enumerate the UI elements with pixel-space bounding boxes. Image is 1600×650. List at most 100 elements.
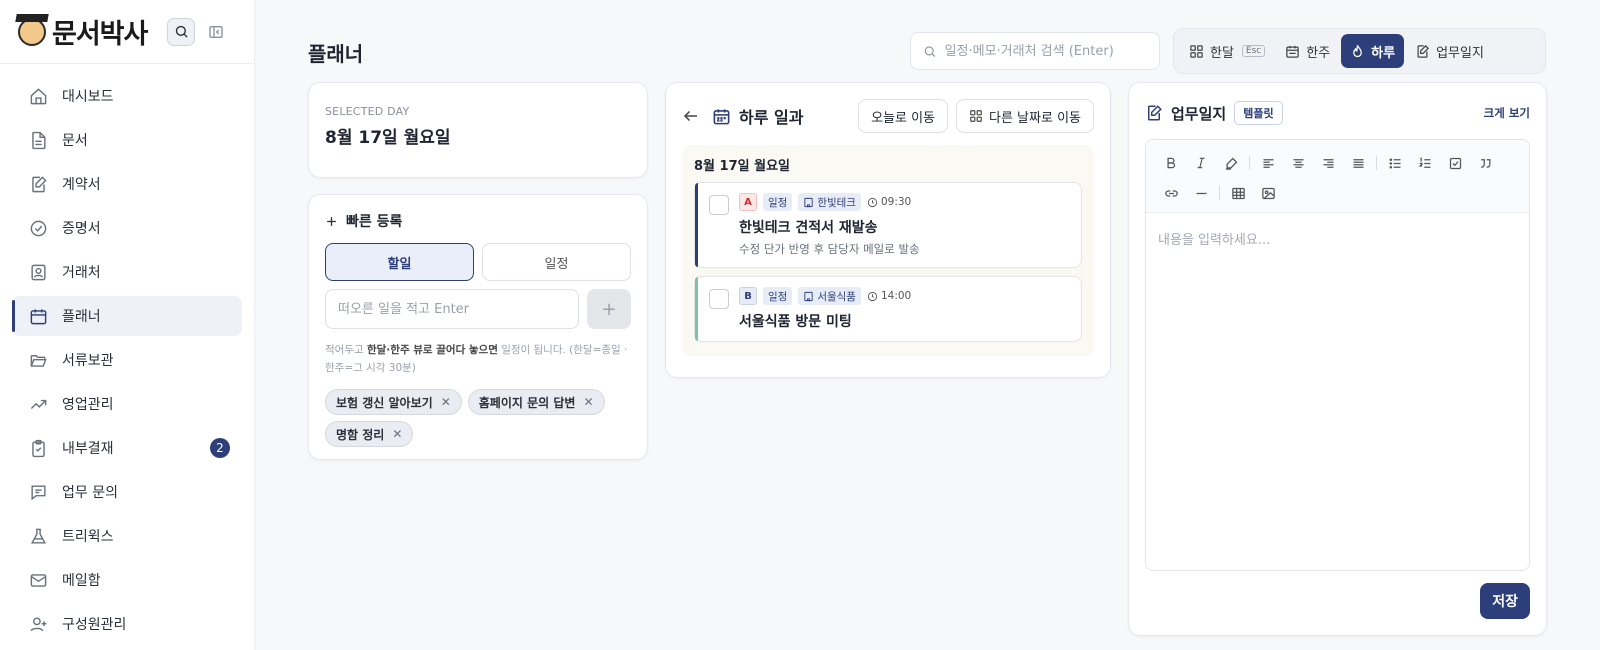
toggle-event-button[interactable]: 일정: [482, 243, 631, 281]
mascot-logo-icon: [18, 17, 46, 46]
calendar-week-icon: [1286, 45, 1299, 58]
numbered-list-button[interactable]: [1410, 149, 1440, 177]
search-input[interactable]: [944, 43, 1147, 59]
day-schedule-header: 하루 일과 오늘로 이동 다른 날짜로 이동: [682, 99, 1094, 133]
worklog-card: 업무일지 템플릿 크게 보기 내용을 입력하세요... 저장: [1128, 82, 1547, 636]
align-justify-button[interactable]: [1343, 149, 1373, 177]
quick-add-input[interactable]: [325, 289, 579, 329]
quick-item-chip[interactable]: 보험 갱신 알아보기 ✕: [325, 389, 462, 415]
save-button[interactable]: 저장: [1480, 583, 1530, 619]
expand-view-link[interactable]: 크게 보기: [1484, 105, 1530, 121]
selected-day-date: 8월 17일 월요일: [325, 128, 451, 148]
quick-item-chip[interactable]: 홈페이지 문의 답변 ✕: [467, 389, 605, 415]
quick-item-chip[interactable]: 명함 정리 ✕: [325, 421, 414, 447]
align-right-button[interactable]: [1313, 149, 1343, 177]
quick-add-submit-button[interactable]: +: [587, 289, 631, 329]
highlighter-icon: [1225, 157, 1237, 170]
search-button[interactable]: [167, 17, 196, 46]
tab-week[interactable]: 한주: [1276, 34, 1339, 68]
user-plus-icon: [28, 614, 48, 634]
horizontal-rule-button[interactable]: [1186, 179, 1216, 207]
tab-label: 하루: [1371, 45, 1396, 61]
sidebar-item-inquiry[interactable]: 업무 문의: [12, 472, 242, 512]
sidebar-item-triwix[interactable]: 트리윅스: [12, 516, 242, 556]
go-other-date-button[interactable]: 다른 날짜로 이동: [956, 99, 1094, 133]
sidebar-item-clients[interactable]: 거래처: [12, 252, 242, 292]
event-item[interactable]: A 일정 한빛테크 09:30 한빛테크 견적서 재발송 수정 단가 반영 후 …: [694, 182, 1082, 268]
sidebar-item-label: 플래너: [62, 309, 101, 325]
sidebar-item-approval[interactable]: 내부결재 2: [12, 428, 242, 468]
toolbar-separator: [1249, 156, 1250, 170]
horizontal-rule-icon: [1196, 192, 1206, 194]
quick-add-type-toggle: 할일 일정: [325, 243, 631, 281]
align-left-button[interactable]: [1253, 149, 1283, 177]
logo-row: 문서박사: [0, 0, 254, 64]
event-time-text: 14:00: [880, 290, 912, 302]
sidebar-item-label: 문서: [62, 133, 88, 149]
sidebar-item-documents[interactable]: 문서: [12, 120, 242, 160]
arrow-left-icon: [683, 110, 697, 122]
close-icon[interactable]: ✕: [441, 395, 451, 409]
sidebar-item-archive[interactable]: 서류보관: [12, 340, 242, 380]
tab-month[interactable]: 한달 Esc: [1180, 34, 1274, 68]
event-checkbox[interactable]: [709, 195, 729, 215]
sidebar-item-sales[interactable]: 영업관리: [12, 384, 242, 424]
search-box: [910, 32, 1160, 70]
checklist-button[interactable]: [1440, 149, 1470, 177]
day-schedule-card: 하루 일과 오늘로 이동 다른 날짜로 이동 8월 17일 월요일 A 일정 한…: [665, 82, 1111, 378]
event-checkbox[interactable]: [709, 289, 729, 309]
sidebar-item-dashboard[interactable]: 대시보드: [12, 76, 242, 116]
back-button[interactable]: [682, 107, 700, 125]
editor-toolbar: [1146, 140, 1529, 213]
toolbar-row: [1156, 178, 1519, 208]
quote-button[interactable]: [1470, 149, 1500, 177]
table-button[interactable]: [1223, 179, 1253, 207]
app-name: 문서박사: [52, 19, 148, 50]
sidebar-item-contracts[interactable]: 계약서: [12, 164, 242, 204]
day-schedule-title: 하루 일과: [712, 104, 803, 128]
quick-item-chips: 보험 갱신 알아보기 ✕ 홈페이지 문의 답변 ✕ 명함 정리 ✕: [325, 389, 631, 447]
contact-card-icon: [28, 262, 48, 282]
go-today-button[interactable]: 오늘로 이동: [858, 99, 948, 133]
worklog-title-text: 업무일지: [1171, 104, 1227, 123]
sidebar-collapse-icon: [209, 25, 224, 38]
quick-add-hint: 적어두고 한달·한주 뷰로 끌어다 놓으면 일정이 됩니다. (한달=종일 · …: [325, 341, 631, 377]
app-logo[interactable]: 문서박사: [18, 12, 148, 51]
italic-button[interactable]: [1186, 149, 1216, 177]
close-icon[interactable]: ✕: [583, 395, 593, 409]
message-square-icon: [28, 482, 48, 502]
priority-badge: B: [739, 287, 757, 305]
highlight-button[interactable]: [1216, 149, 1246, 177]
event-item[interactable]: B 일정 서울식품 14:00 서울식품 방문 미팅: [694, 276, 1082, 342]
bullet-list-button[interactable]: [1380, 149, 1410, 177]
tab-worklog[interactable]: 업무일지: [1406, 34, 1493, 68]
collapse-sidebar-button[interactable]: [205, 21, 227, 43]
sidebar-item-planner[interactable]: 플래너: [12, 296, 242, 336]
quick-add-title: 빠른 등록: [325, 211, 631, 231]
toggle-todo-button[interactable]: 할일: [325, 243, 474, 281]
numbered-list-icon: [1418, 156, 1430, 168]
tab-day[interactable]: 하루: [1341, 34, 1405, 68]
search-icon: [924, 45, 936, 57]
template-button[interactable]: 템플릿: [1234, 101, 1283, 125]
event-time-text: 09:30: [880, 196, 912, 208]
sidebar-item-members[interactable]: 구성원관리: [12, 604, 242, 644]
align-justify-icon: [1353, 158, 1363, 168]
sidebar-item-certificates[interactable]: 증명서: [12, 208, 242, 248]
sidebar-nav: 대시보드 문서 계약서 증명서 거래처 플래너 서류보관 영업관리 내부결재 2 …: [0, 64, 254, 650]
align-center-button[interactable]: [1283, 149, 1313, 177]
link-button[interactable]: [1156, 179, 1186, 207]
align-right-icon: [1323, 158, 1333, 168]
day-nav-buttons: 오늘로 이동 다른 날짜로 이동: [858, 99, 1094, 133]
flame-icon: [1353, 44, 1363, 57]
sidebar-item-label: 업무 문의: [62, 485, 118, 501]
close-icon[interactable]: ✕: [392, 427, 402, 441]
quick-add-input-row: +: [325, 289, 631, 329]
bold-button[interactable]: [1156, 149, 1186, 177]
sidebar-item-mailbox[interactable]: 메일함: [12, 560, 242, 600]
worklog-editor: [1145, 139, 1530, 571]
image-button[interactable]: [1253, 179, 1283, 207]
image-icon: [1261, 187, 1275, 199]
worklog-textarea[interactable]: [1158, 229, 1517, 554]
company-tag: 서울식품: [798, 287, 861, 305]
